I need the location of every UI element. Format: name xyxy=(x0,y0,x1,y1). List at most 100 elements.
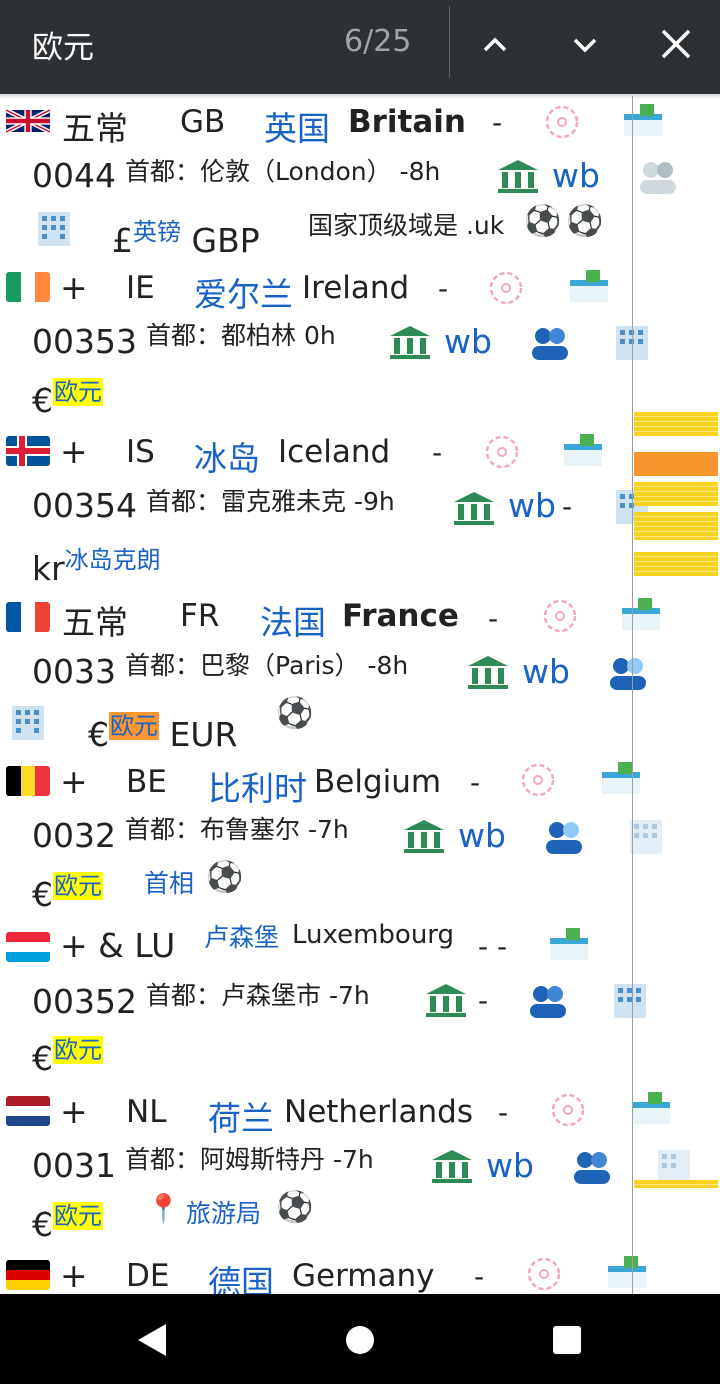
tld-note: 国家顶级域是 .uk xyxy=(308,211,505,240)
people-icon[interactable] xyxy=(606,654,650,694)
home-circle-icon[interactable] xyxy=(344,1324,376,1356)
country-name-cn-link[interactable]: 荷兰 xyxy=(208,1092,274,1140)
office-building-icon[interactable] xyxy=(608,980,652,1020)
country-code: FR xyxy=(180,598,220,634)
separator-dash: - xyxy=(438,272,449,305)
convenience-store-icon[interactable] xyxy=(618,594,662,634)
cherry-blossom-icon[interactable] xyxy=(540,102,584,142)
people-icon[interactable] xyxy=(528,324,572,364)
currency-symbol: € xyxy=(32,1039,53,1078)
country-code: NL xyxy=(126,1094,167,1130)
currency-name-link[interactable]: 英镑 xyxy=(133,218,181,246)
bank-building-icon[interactable] xyxy=(466,652,510,692)
capital-info: 首都：巴黎（Paris） -8h xyxy=(125,651,409,680)
cherry-blossom-icon[interactable] xyxy=(484,268,528,308)
convenience-store-icon[interactable] xyxy=(560,430,604,470)
country-name-en: Britain xyxy=(348,104,466,140)
active-search-match-highlight[interactable]: 欧元 xyxy=(109,712,159,740)
luxembourg-flag-icon xyxy=(6,932,50,962)
people-icon[interactable] xyxy=(570,1148,614,1188)
dial-code: 00353 xyxy=(32,322,137,361)
match-marker[interactable] xyxy=(634,482,718,506)
scrollbar-track[interactable] xyxy=(632,96,633,1294)
office-building-icon[interactable] xyxy=(6,702,50,742)
cherry-blossom-icon[interactable] xyxy=(538,596,582,636)
soccer-ball-icon[interactable]: ⚽ xyxy=(206,860,243,895)
convenience-store-icon[interactable] xyxy=(566,266,610,306)
active-match-marker[interactable] xyxy=(634,452,718,476)
cherry-blossom-icon[interactable] xyxy=(522,1254,566,1294)
entry-prefix: + xyxy=(60,1092,88,1131)
match-marker[interactable] xyxy=(634,1180,718,1188)
wb-link[interactable]: wb xyxy=(458,816,506,855)
soccer-ball-icon[interactable]: ⚽ xyxy=(276,1190,313,1225)
bank-building-icon[interactable] xyxy=(402,816,446,856)
people-icon[interactable] xyxy=(636,158,680,198)
dial-code: 0032 xyxy=(32,816,116,855)
find-query-input[interactable]: 欧元 xyxy=(32,22,94,67)
country-name-cn-link[interactable]: 英国 xyxy=(264,102,330,150)
office-building-icon[interactable] xyxy=(32,208,76,248)
currency-name-link[interactable]: 冰岛克朗 xyxy=(65,546,161,574)
wb-link[interactable]: wb xyxy=(522,652,570,691)
match-marker[interactable] xyxy=(634,552,718,576)
convenience-store-icon[interactable] xyxy=(598,758,642,798)
convenience-store-icon[interactable] xyxy=(620,100,664,140)
match-marker[interactable] xyxy=(634,512,718,540)
country-name-cn-link[interactable]: 德国 xyxy=(208,1256,274,1294)
chevron-up-icon[interactable] xyxy=(470,20,520,70)
separator-dash: - xyxy=(488,602,499,635)
soccer-ball-icon[interactable]: ⚽ xyxy=(524,204,561,239)
currency-line: €欧元 xyxy=(32,866,103,914)
map-pin-icon[interactable]: 📍 xyxy=(146,1192,181,1225)
country-name-cn-link[interactable]: 冰岛 xyxy=(194,432,260,480)
search-match-highlight[interactable]: 欧元 xyxy=(53,378,103,406)
convenience-store-icon[interactable] xyxy=(546,924,590,964)
search-match-highlight[interactable]: 欧元 xyxy=(53,872,103,900)
country-name-en: Luxembourg xyxy=(292,920,455,950)
cherry-blossom-icon[interactable] xyxy=(516,760,560,800)
match-count: 6/25 xyxy=(344,24,412,59)
bank-building-icon[interactable] xyxy=(388,322,432,362)
cherry-blossom-icon[interactable] xyxy=(480,432,524,472)
chevron-down-icon[interactable] xyxy=(560,20,610,70)
convenience-store-icon[interactable] xyxy=(628,1088,672,1128)
country-name-cn-link[interactable]: 法国 xyxy=(260,596,326,644)
separator-dash: - xyxy=(492,106,503,139)
office-building-icon[interactable] xyxy=(624,816,668,856)
wb-link[interactable]: wb xyxy=(486,1146,534,1185)
country-name-en: Belgium xyxy=(314,764,442,800)
wb-link[interactable]: wb xyxy=(444,322,492,361)
back-triangle-icon[interactable] xyxy=(134,1322,170,1358)
prime-minister-link[interactable]: 首相 xyxy=(144,864,194,900)
soccer-ball-icon[interactable]: ⚽ xyxy=(566,204,603,239)
currency-symbol: € xyxy=(88,715,109,754)
bank-building-icon[interactable] xyxy=(430,1146,474,1186)
bank-building-icon[interactable] xyxy=(424,980,468,1020)
separator-dash: - - xyxy=(478,930,508,963)
convenience-store-icon[interactable] xyxy=(604,1252,648,1292)
country-name-cn-link[interactable]: 爱尔兰 xyxy=(194,268,293,316)
wb-link[interactable]: wb xyxy=(508,486,556,525)
soccer-ball-icon[interactable]: ⚽ xyxy=(276,696,313,731)
recents-square-icon[interactable] xyxy=(552,1325,582,1355)
tourism-office-link[interactable]: 旅游局 xyxy=(186,1194,261,1230)
wb-link[interactable]: wb xyxy=(552,156,600,195)
cherry-blossom-icon[interactable] xyxy=(546,1090,590,1130)
currency-symbol: kr xyxy=(32,549,65,588)
close-icon[interactable] xyxy=(650,20,700,70)
country-name-cn-link[interactable]: 卢森堡 xyxy=(204,918,279,954)
people-icon[interactable] xyxy=(542,818,586,858)
country-code: DE xyxy=(126,1258,170,1294)
dial-code: 0033 xyxy=(32,652,116,691)
match-marker[interactable] xyxy=(634,412,718,436)
country-name-en: Ireland xyxy=(302,270,410,306)
currency-line: €欧元 xyxy=(32,1030,103,1078)
search-match-highlight[interactable]: 欧元 xyxy=(53,1202,103,1230)
bank-building-icon[interactable] xyxy=(496,156,540,196)
country-name-cn-link[interactable]: 比利时 xyxy=(208,762,307,810)
bank-building-icon[interactable] xyxy=(452,488,496,528)
search-match-highlight[interactable]: 欧元 xyxy=(53,1036,103,1064)
people-icon[interactable] xyxy=(526,982,570,1022)
separator-dash: - xyxy=(478,984,489,1017)
